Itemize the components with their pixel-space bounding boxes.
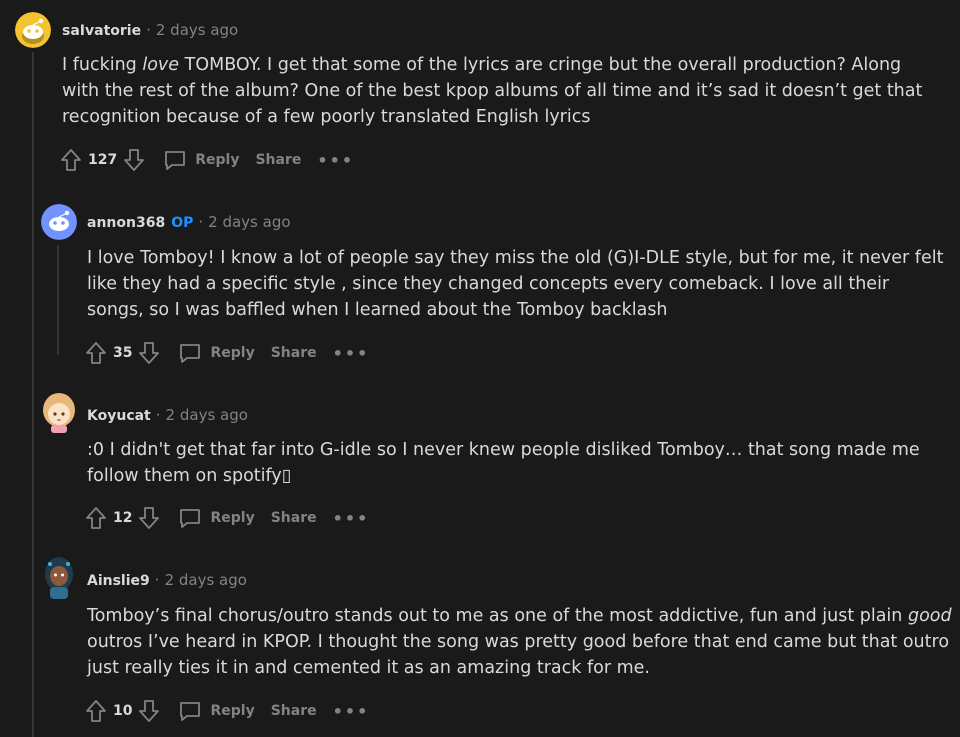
comment-body: I love Tomboy! I know a lot of people sa… <box>87 245 947 323</box>
author-name[interactable]: Ainslie9 <box>87 573 150 589</box>
more-options-button[interactable]: ••• <box>333 509 370 528</box>
reply-button[interactable]: Reply <box>178 341 255 365</box>
timestamp[interactable]: 2 days ago <box>208 213 290 231</box>
comment-bubble-icon <box>165 151 186 170</box>
separator: · <box>155 406 161 424</box>
share-button[interactable]: Share <box>255 152 301 168</box>
thread-line[interactable] <box>32 52 34 737</box>
reply-button[interactable]: Reply <box>178 506 255 530</box>
vote-score: 12 <box>113 510 133 526</box>
author-name[interactable]: saIvatorie <box>62 23 141 39</box>
avatar[interactable] <box>41 554 77 600</box>
comment-actions: 35 Reply Share ••• <box>85 339 369 367</box>
more-options-button[interactable]: ••• <box>333 702 370 721</box>
reply-label: Reply <box>210 703 255 719</box>
author-name[interactable]: Koyucat <box>87 408 151 424</box>
snoo-avatar-icon <box>41 204 77 240</box>
body-text: outros I’ve heard in KPOP. I thought the… <box>87 632 950 678</box>
avatar[interactable] <box>41 204 77 240</box>
upvote-icon[interactable] <box>85 699 107 723</box>
body-text: I fucking <box>62 55 143 75</box>
body-emphasis: love <box>142 55 180 75</box>
vote-score: 10 <box>113 703 133 719</box>
comment-bubble-icon <box>180 509 201 528</box>
comment-header: Koyucat · 2 days ago <box>87 405 248 426</box>
author-name[interactable]: annon368 <box>87 215 165 231</box>
comment-actions: 10 Reply Share ••• <box>85 697 369 725</box>
upvote-icon[interactable] <box>60 148 82 172</box>
share-button[interactable]: Share <box>271 703 317 719</box>
snoo-avatar-icon <box>15 12 51 48</box>
separator: · <box>154 571 160 589</box>
comment-bubble-icon <box>180 702 201 721</box>
separator: · <box>198 213 204 231</box>
avatar[interactable] <box>15 12 51 48</box>
upvote-icon[interactable] <box>85 341 107 365</box>
comment-actions: 12 Reply Share ••• <box>85 504 369 532</box>
thread-line[interactable] <box>57 245 59 355</box>
character-avatar-icon <box>45 557 73 599</box>
character-avatar-icon <box>43 393 75 433</box>
separator: · <box>146 21 151 39</box>
avatar[interactable] <box>41 390 77 434</box>
comment-header: annon368 OP · 2 days ago <box>87 212 291 233</box>
timestamp[interactable]: 2 days ago <box>166 406 248 424</box>
reply-label: Reply <box>195 152 240 168</box>
more-options-button[interactable]: ••• <box>333 344 370 363</box>
comment-thread: saIvatorie · 2 days ago I fucking love TOM… <box>0 0 960 737</box>
comment-header: saIvatorie · 2 days ago <box>62 20 238 41</box>
reply-label: Reply <box>210 510 255 526</box>
more-options-button[interactable]: ••• <box>317 151 354 170</box>
comment-body: Tomboy’s final chorus/outro stands out t… <box>87 603 952 681</box>
downvote-icon[interactable] <box>138 506 160 530</box>
comment-header: Ainslie9 · 2 days ago <box>87 570 247 591</box>
reply-label: Reply <box>210 345 255 361</box>
vote-score: 35 <box>113 345 133 361</box>
body-text: Tomboy’s final chorus/outro stands out t… <box>87 606 908 626</box>
upvote-icon[interactable] <box>85 506 107 530</box>
comment-actions: 127 Reply Share ••• <box>60 146 354 174</box>
body-text: I love Tomboy! I know a lot of people sa… <box>87 248 944 320</box>
body-emphasis: good <box>907 606 952 626</box>
comment-body: I fucking love TOMBOY. I get that some o… <box>62 52 942 130</box>
comment-bubble-icon <box>180 344 201 363</box>
op-badge: OP <box>171 215 194 231</box>
reply-button[interactable]: Reply <box>163 148 239 172</box>
share-button[interactable]: Share <box>271 510 317 526</box>
downvote-icon[interactable] <box>138 699 160 723</box>
reply-button[interactable]: Reply <box>178 699 255 723</box>
share-button[interactable]: Share <box>271 345 317 361</box>
timestamp[interactable]: 2 days ago <box>156 21 238 39</box>
comment-body: :0 I didn't get that far into G-idle so … <box>87 437 947 489</box>
body-text: :0 I didn't get that far into G-idle so … <box>87 440 920 486</box>
downvote-icon[interactable] <box>123 148 145 172</box>
timestamp[interactable]: 2 days ago <box>165 571 247 589</box>
body-text: TOMBOY. I get that some of the lyrics ar… <box>62 55 923 127</box>
downvote-icon[interactable] <box>138 341 160 365</box>
vote-score: 127 <box>88 152 118 168</box>
